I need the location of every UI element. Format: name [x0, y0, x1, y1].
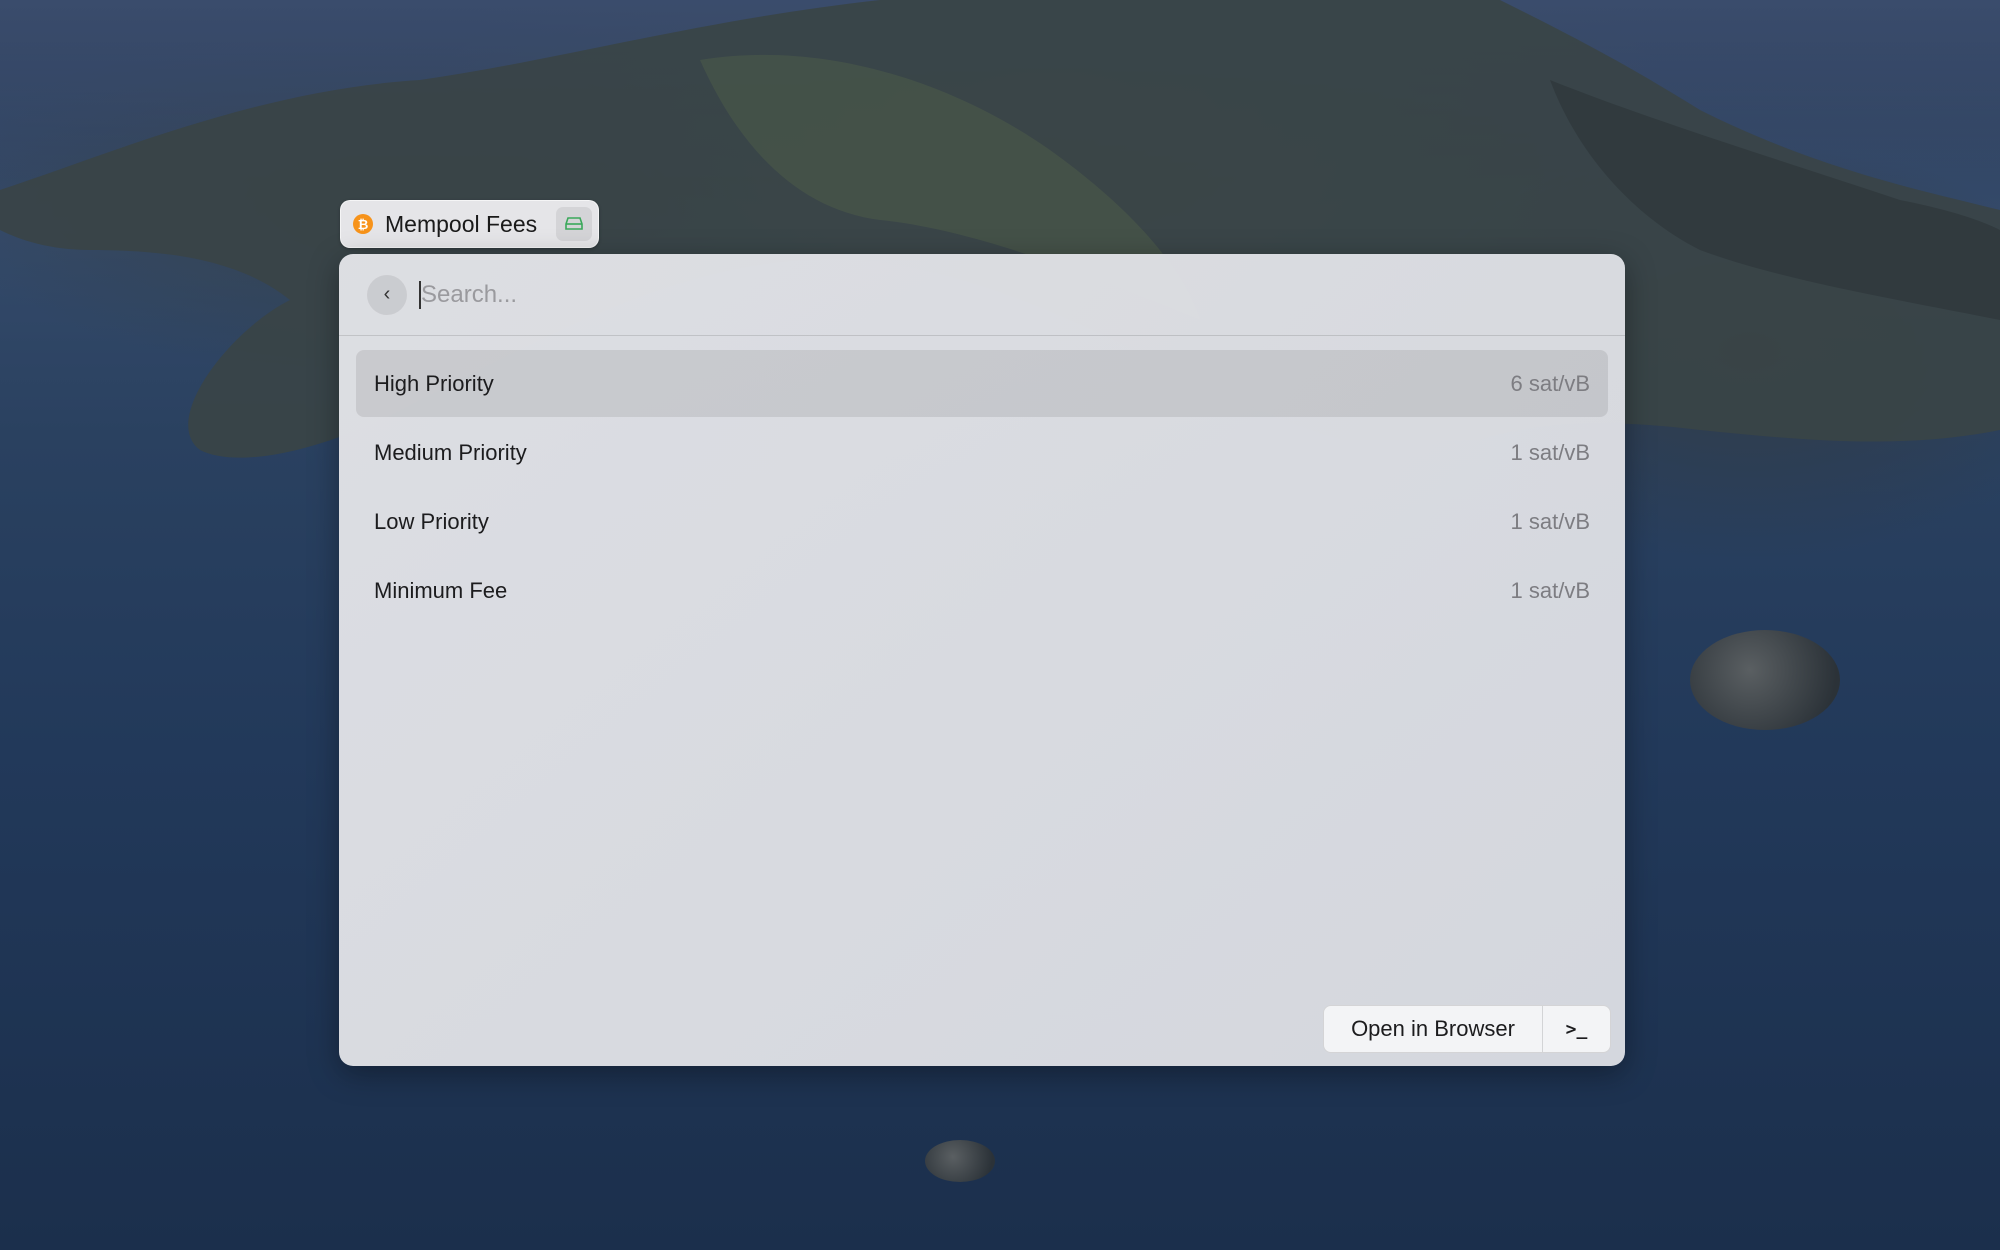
list-item-title: High Priority [374, 370, 494, 396]
list-item-value: 1 sat/vB [1510, 508, 1590, 534]
list-item-value: 1 sat/vB [1510, 439, 1590, 465]
list-item-title: Medium Priority [374, 439, 527, 465]
list-item-value: 1 sat/vB [1510, 577, 1590, 603]
list-item[interactable]: High Priority 6 sat/vB [356, 350, 1608, 417]
search-input[interactable] [421, 274, 1421, 315]
results-list: High Priority 6 sat/vB Medium Priority 1… [339, 336, 1625, 624]
list-item[interactable]: Low Priority 1 sat/vB [356, 488, 1608, 555]
wallpaper-rock [1690, 630, 1840, 730]
window-title: Mempool Fees [385, 210, 538, 237]
wallpaper-rock [925, 1140, 995, 1182]
action-bar: Open in Browser >_ [1323, 1005, 1611, 1053]
terminal-icon[interactable]: >_ [1543, 1006, 1610, 1052]
list-item-title: Low Priority [374, 508, 489, 534]
list-item-title: Minimum Fee [374, 577, 508, 603]
command-panel: ‹ High Priority 6 sat/vB Medium Priority… [339, 254, 1625, 1066]
list-item[interactable]: Medium Priority 1 sat/vB [356, 419, 1608, 486]
search-bar: ‹ [339, 254, 1625, 336]
back-icon[interactable]: ‹ [367, 274, 407, 315]
drive-icon[interactable] [556, 207, 592, 241]
bitcoin-icon: ₿ [353, 214, 373, 234]
open-in-browser-button[interactable]: Open in Browser [1324, 1006, 1543, 1052]
list-item[interactable]: Minimum Fee 1 sat/vB [356, 557, 1608, 624]
drive-icon-glyph [565, 217, 583, 230]
extension-title-pill: ₿ Mempool Fees [340, 200, 599, 248]
list-item-value: 6 sat/vB [1510, 370, 1590, 396]
